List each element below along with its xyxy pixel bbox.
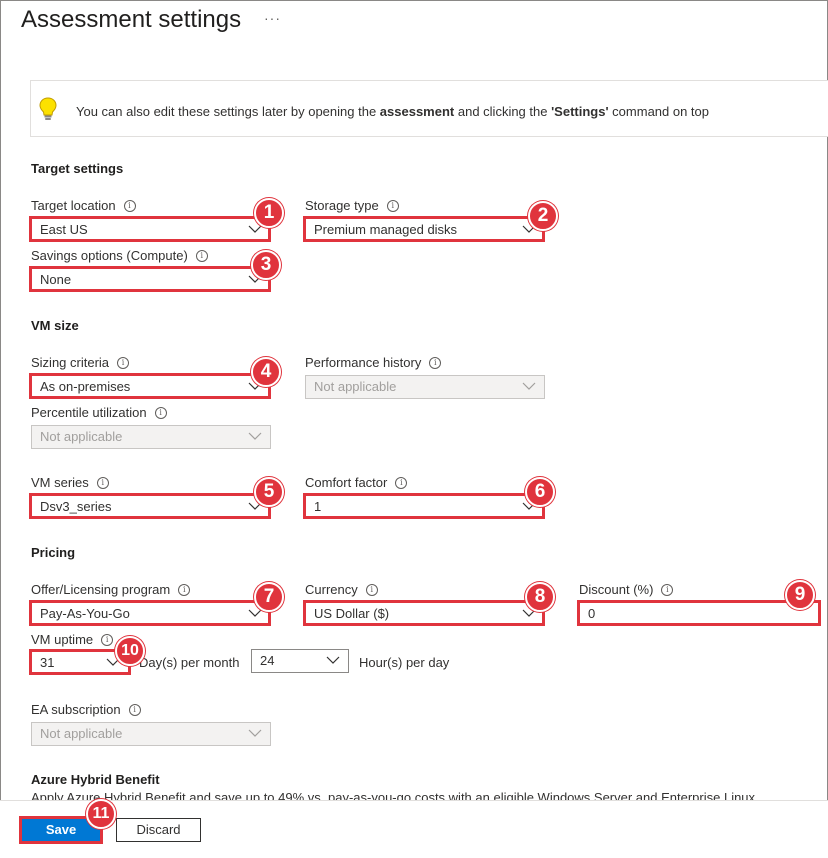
dropdown-value: None <box>40 272 72 287</box>
dropdown-value: As on-premises <box>40 379 131 394</box>
step-badge-1: 1 <box>254 198 284 228</box>
step-badge-3: 3 <box>251 250 281 280</box>
info-icon[interactable]: i <box>154 406 167 419</box>
dropdown-value: Not applicable <box>40 429 123 444</box>
info-icon[interactable]: i <box>365 583 378 596</box>
label-text: VM series <box>31 475 89 490</box>
info-icon[interactable]: i <box>661 583 674 596</box>
sizing-criteria-dropdown[interactable]: As on-premises <box>31 375 271 399</box>
label-text: Offer/Licensing program <box>31 582 171 597</box>
currency-dropdown[interactable]: US Dollar ($) <box>305 602 545 626</box>
sizing-criteria-label: Sizing criteria i <box>31 355 130 370</box>
chevron-down-icon <box>248 726 262 740</box>
info-icon[interactable]: i <box>101 633 114 646</box>
percentile-utilization-label: Percentile utilization i <box>31 405 167 420</box>
label-text: Target location <box>31 198 116 213</box>
label-text: Savings options (Compute) <box>31 248 188 263</box>
dropdown-value: Not applicable <box>40 726 123 741</box>
ea-subscription-label: EA subscription i <box>31 702 141 717</box>
info-text-part: and clicking the <box>454 104 552 119</box>
step-badge-6: 6 <box>525 477 555 507</box>
dropdown-value: Not applicable <box>314 379 397 394</box>
info-bold-assessment: assessment <box>379 104 455 119</box>
step-badge-7: 7 <box>254 582 284 612</box>
chevron-down-icon <box>326 653 340 667</box>
info-icon[interactable]: i <box>96 476 109 489</box>
info-icon[interactable]: i <box>386 199 399 212</box>
label-text: Currency <box>305 582 358 597</box>
label-text: VM uptime <box>31 632 94 647</box>
target-location-label: Target location i <box>31 198 136 213</box>
hours-per-day-dropdown[interactable]: 24 <box>251 649 349 673</box>
info-text-part: You can also edit these settings later b… <box>76 104 380 119</box>
vm-series-dropdown[interactable]: Dsv3_series <box>31 495 271 519</box>
chevron-down-icon <box>248 429 262 443</box>
lightbulb-icon <box>38 96 58 122</box>
info-icon[interactable]: i <box>178 583 191 596</box>
input-value: 0 <box>588 606 596 621</box>
step-badge-10: 10 <box>115 636 145 666</box>
pricing-heading: Pricing <box>31 545 76 560</box>
step-badge-8: 8 <box>525 582 555 612</box>
info-message: You can also edit these settings later b… <box>76 104 709 119</box>
savings-options-dropdown[interactable]: None <box>31 268 271 292</box>
vm-series-label: VM series i <box>31 475 109 490</box>
info-icon[interactable]: i <box>128 703 141 716</box>
label-text: Performance history <box>305 355 422 370</box>
comfort-factor-label: Comfort factor i <box>305 475 408 490</box>
dropdown-value: US Dollar ($) <box>314 606 390 621</box>
savings-options-label: Savings options (Compute) i <box>31 248 208 263</box>
performance-history-label: Performance history i <box>305 355 442 370</box>
currency-label: Currency i <box>305 582 378 597</box>
label-text: Discount (%) <box>579 582 654 597</box>
info-icon[interactable]: i <box>429 356 442 369</box>
step-badge-2: 2 <box>528 201 558 231</box>
discount-input[interactable]: 0 <box>579 602 819 626</box>
target-location-dropdown[interactable]: East US <box>31 218 271 242</box>
label-text: EA subscription <box>31 702 121 717</box>
days-per-month-unit: Day(s) per month <box>139 655 240 670</box>
dropdown-value: 1 <box>314 499 322 514</box>
storage-type-dropdown[interactable]: Premium managed disks <box>305 218 545 242</box>
page-title: Assessment settings <box>21 6 242 33</box>
step-badge-5: 5 <box>254 477 284 507</box>
days-per-month-dropdown[interactable]: 31 <box>31 651 129 675</box>
label-text: Percentile utilization <box>31 405 147 420</box>
vm-size-heading: VM size <box>31 318 79 333</box>
discard-button[interactable]: Discard <box>116 818 201 842</box>
chevron-down-icon <box>522 379 536 393</box>
offer-licensing-label: Offer/Licensing program i <box>31 582 191 597</box>
info-icon[interactable]: i <box>123 199 136 212</box>
step-badge-9: 9 <box>785 580 815 610</box>
hours-per-day-unit: Hour(s) per day <box>359 655 450 670</box>
step-badge-11: 11 <box>86 799 116 829</box>
label-text: Comfort factor <box>305 475 388 490</box>
offer-licensing-dropdown[interactable]: Pay-As-You-Go <box>31 602 271 626</box>
label-text: Storage type <box>305 198 379 213</box>
vm-uptime-label: VM uptime i <box>31 632 114 647</box>
ea-subscription-dropdown: Not applicable <box>31 722 271 746</box>
dropdown-value: Premium managed disks <box>314 222 458 237</box>
dropdown-value: East US <box>40 222 88 237</box>
info-bold-settings: 'Settings' <box>551 104 609 119</box>
info-icon[interactable]: i <box>395 476 408 489</box>
discount-label: Discount (%) i <box>579 582 674 597</box>
dropdown-value: 24 <box>260 653 275 668</box>
info-text-part: command on top <box>608 104 710 119</box>
more-options-button[interactable]: ··· <box>264 10 281 26</box>
dropdown-value: 31 <box>40 655 55 670</box>
percentile-utilization-dropdown: Not applicable <box>31 425 271 449</box>
dropdown-value: Dsv3_series <box>40 499 112 514</box>
info-icon[interactable]: i <box>117 356 130 369</box>
storage-type-label: Storage type i <box>305 198 399 213</box>
azure-hybrid-benefit-heading: Azure Hybrid Benefit <box>31 772 160 787</box>
target-settings-heading: Target settings <box>31 161 124 176</box>
performance-history-dropdown: Not applicable <box>305 375 545 399</box>
info-icon[interactable]: i <box>195 249 208 262</box>
step-badge-4: 4 <box>251 357 281 387</box>
dropdown-value: Pay-As-You-Go <box>40 606 130 621</box>
comfort-factor-dropdown[interactable]: 1 <box>305 495 545 519</box>
label-text: Sizing criteria <box>31 355 110 370</box>
